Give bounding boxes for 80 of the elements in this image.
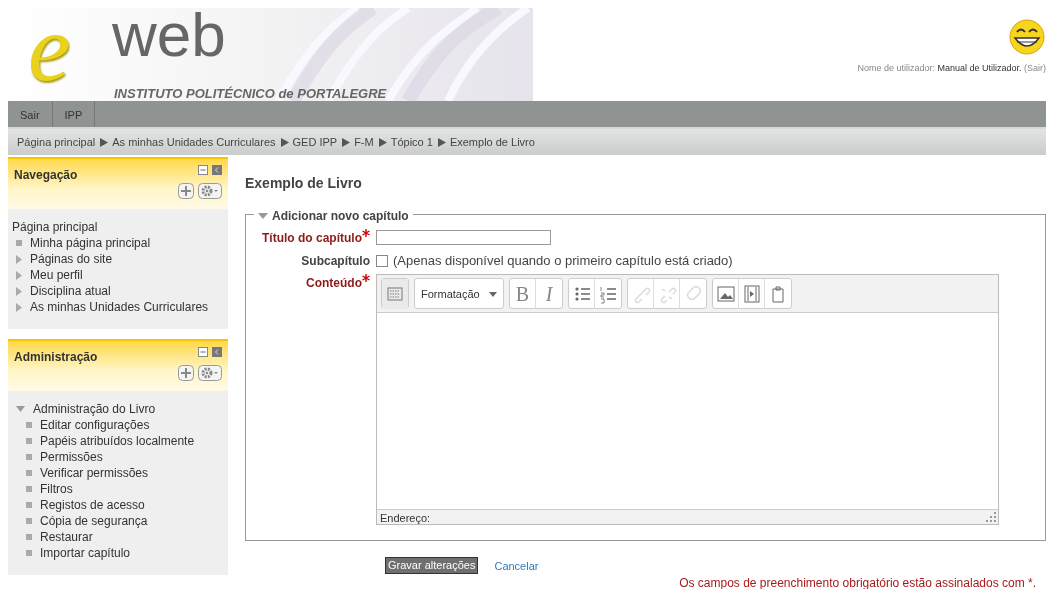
legend-title[interactable]: Adicionar novo capítulo	[272, 206, 409, 225]
format-dropdown[interactable]: Formatação	[415, 279, 503, 310]
nav-link[interactable]: Importar capítulo	[40, 545, 131, 561]
nav-link[interactable]: Páginas do site	[30, 251, 113, 267]
collapsed-icon[interactable]	[16, 270, 22, 280]
nav-link[interactable]: Página principal	[12, 219, 98, 235]
field-label: Conteúdo	[306, 275, 362, 293]
minimize-icon[interactable]	[198, 347, 208, 357]
nav-link[interactable]: As minhas Unidades Curriculares	[30, 299, 209, 315]
breadcrumb-link[interactable]: Página principal	[17, 133, 96, 151]
format-button[interactable]: B	[510, 279, 536, 310]
separator-icon	[279, 137, 289, 147]
nav-link[interactable]: Papéis atribuídos localmente	[40, 433, 195, 449]
move-icon[interactable]	[178, 183, 194, 199]
menu-link[interactable]: Sair	[8, 101, 53, 127]
institution-name: INSTITUTO POLITÉCNICO de PORTALEGRE	[114, 85, 387, 103]
nav-link[interactable]: Filtros	[40, 481, 73, 497]
field-note: (Apenas disponível quando o primeiro capítulo está criado)	[393, 251, 733, 270]
bullet-icon	[26, 422, 32, 428]
field-label: Subcapítulo	[301, 252, 370, 270]
logo-word: web	[112, 4, 226, 66]
collapsed-icon[interactable]	[16, 286, 22, 296]
move-icon[interactable]	[178, 365, 194, 381]
editor-status: Endereço:	[380, 512, 431, 525]
smiley-icon	[1008, 18, 1046, 58]
nav-link[interactable]: Registos de acesso	[40, 497, 145, 513]
separator-icon	[436, 137, 446, 147]
image-icon	[715, 284, 736, 305]
nav-link[interactable]: Restaurar	[40, 529, 93, 545]
required-fields-note: Os campos de preenchimento obrigatório estão assinalados com *.	[678, 575, 1037, 589]
format-button[interactable]: I	[536, 279, 562, 310]
dock-icon[interactable]	[212, 347, 222, 357]
nav-link[interactable]: Meu perfil	[30, 267, 83, 283]
bullet-icon	[26, 518, 32, 524]
dock-icon[interactable]	[212, 165, 222, 175]
user-info: Nome de utilizador: Manual de Utilizador. (Sair)	[857, 62, 1046, 75]
minimize-icon[interactable]	[198, 165, 208, 175]
breadcrumb-link[interactable]: As minhas Unidades Curriculares	[112, 133, 276, 151]
bullet-icon	[26, 470, 32, 476]
nav-link[interactable]: Minha página principal	[30, 235, 151, 251]
bullet-icon	[26, 438, 32, 444]
collapsed-icon[interactable]	[16, 302, 22, 312]
block-title: Administração	[14, 350, 98, 365]
cancel-link[interactable]: Cancelar	[494, 557, 539, 575]
menu-link[interactable]: IPP	[52, 101, 96, 127]
film-icon	[741, 284, 762, 305]
separator-icon	[341, 137, 351, 147]
nav-link[interactable]: Verificar permissões	[40, 465, 149, 481]
numbered-list-icon	[598, 284, 618, 305]
bullet-icon	[16, 240, 22, 246]
resize-grip-icon[interactable]	[986, 512, 996, 523]
separator-icon	[99, 137, 109, 147]
logo-letter: e	[28, 0, 71, 96]
breadcrumb-link[interactable]: GED IPP	[292, 133, 338, 151]
nav-link[interactable]: Disciplina atual	[30, 283, 111, 299]
bullet-icon	[26, 502, 32, 508]
block-title: Navegação	[14, 168, 78, 183]
title-input[interactable]	[376, 230, 551, 246]
caret-icon	[489, 291, 497, 297]
nav-link[interactable]: Administração do Livro	[33, 401, 156, 417]
settings-icon[interactable]	[198, 365, 222, 381]
bullet-icon	[26, 486, 32, 492]
nav-link[interactable]: Cópia de segurança	[40, 513, 148, 529]
field-label: Título do capítulo	[262, 229, 362, 247]
bullet-icon	[26, 550, 32, 556]
expanded-icon[interactable]	[258, 212, 268, 219]
collapsed-icon[interactable]	[16, 254, 22, 264]
breadcrumb-link[interactable]: F-M	[354, 133, 374, 151]
subchapter-checkbox[interactable]	[376, 254, 388, 267]
page-title: Exemplo de Livro	[245, 175, 363, 192]
expanded-icon[interactable]	[16, 406, 25, 412]
nav-link[interactable]: Editar configurações	[40, 417, 150, 433]
settings-icon[interactable]	[198, 183, 222, 199]
bullet-icon	[26, 534, 32, 540]
separator-icon	[377, 137, 387, 147]
breadcrumb-link[interactable]: Exemplo de Livro	[449, 133, 535, 151]
save-button[interactable]: Gravar alterações	[385, 557, 479, 575]
nav-link[interactable]: Permissões	[40, 449, 103, 465]
bullet-icon	[26, 454, 32, 460]
breadcrumb-link[interactable]: Tópico 1	[390, 133, 433, 151]
